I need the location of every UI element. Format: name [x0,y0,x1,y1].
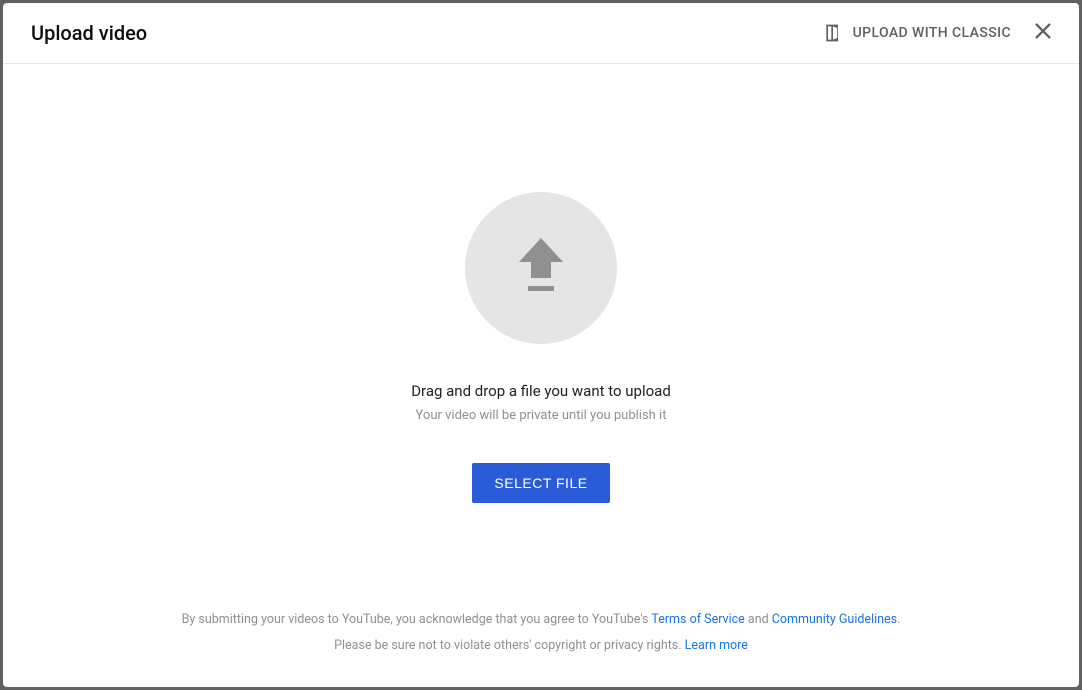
select-file-button[interactable]: SELECT FILE [472,463,609,503]
upload-arrow-icon [513,236,569,300]
upload-with-classic-button[interactable]: UPLOAD WITH CLASSIC [823,22,1011,44]
upload-classic-label: UPLOAD WITH CLASSIC [853,25,1011,41]
drag-drop-text: Drag and drop a file you want to upload [411,382,671,400]
footer-text: . [897,612,900,627]
footer-text: By submitting your videos to YouTube, yo… [182,612,652,627]
close-button[interactable] [1031,21,1055,45]
upload-icon-circle [465,192,617,344]
footer-line-1: By submitting your videos to YouTube, yo… [43,607,1039,633]
dialog-title: Upload video [31,21,147,45]
terms-of-service-link[interactable]: Terms of Service [651,612,744,627]
upload-drop-zone[interactable]: Drag and drop a file you want to upload … [3,64,1079,591]
footer-text: Please be sure not to violate others' co… [334,638,685,653]
privacy-note: Your video will be private until you pub… [416,408,667,423]
upload-video-dialog: Upload video UPLOAD WITH CLASSIC [3,3,1079,687]
footer-text: and [745,612,772,627]
dialog-header: Upload video UPLOAD WITH CLASSIC [3,3,1079,64]
close-icon [1032,20,1054,46]
exit-door-icon [823,22,843,44]
learn-more-link[interactable]: Learn more [685,638,748,653]
header-actions: UPLOAD WITH CLASSIC [823,21,1055,45]
community-guidelines-link[interactable]: Community Guidelines [772,612,897,627]
footer-line-2: Please be sure not to violate others' co… [43,633,1039,659]
footer-legal: By submitting your videos to YouTube, yo… [3,591,1079,688]
